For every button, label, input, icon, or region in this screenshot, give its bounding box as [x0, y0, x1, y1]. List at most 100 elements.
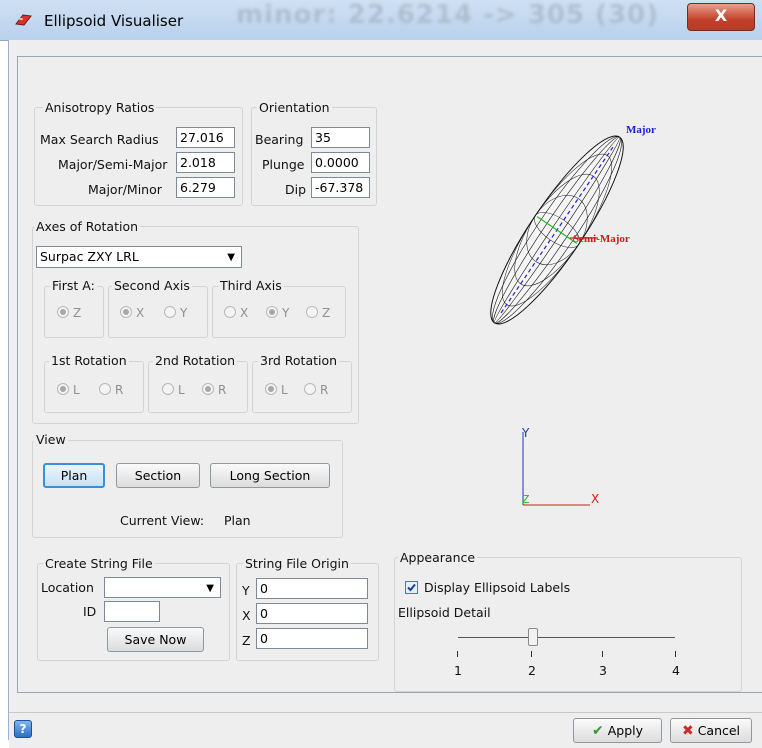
rotation2-title: 2nd Rotation	[153, 353, 238, 368]
id-label: ID	[83, 604, 97, 619]
view-title: View	[34, 432, 68, 447]
save-now-button[interactable]: Save Now	[107, 627, 204, 652]
third-axis-y-label: Y	[282, 306, 290, 320]
location-label: Location	[41, 580, 94, 595]
rotation1-l-label: L	[73, 383, 80, 397]
apply-button[interactable]: ✔ Apply	[573, 718, 662, 743]
chevron-down-icon: ▼	[227, 252, 235, 263]
second-axis-x-label: X	[136, 306, 145, 320]
string-file-title: Create String File	[43, 556, 155, 571]
third-axis-y-radio[interactable]	[266, 306, 278, 318]
rotation1-r-label: R	[115, 383, 124, 397]
ellipsoid-mesh	[490, 135, 624, 325]
cancel-icon: ✖	[681, 723, 694, 739]
axes-title: Axes of Rotation	[34, 219, 141, 234]
dip-field[interactable]: -67.378	[311, 177, 370, 198]
display-labels-label: Display Ellipsoid Labels	[424, 580, 571, 595]
cancel-button[interactable]: ✖ Cancel	[670, 718, 752, 743]
dip-label: Dip	[285, 182, 307, 197]
axis-y-label: Y	[521, 426, 530, 440]
axis-x-label: X	[591, 492, 599, 506]
rotation1-title: 1st Rotation	[49, 353, 129, 368]
help-icon[interactable]: ?	[14, 720, 32, 738]
origin-title: String File Origin	[243, 556, 351, 571]
display-labels-checkbox[interactable]	[405, 581, 418, 594]
third-axis-x-label: X	[240, 306, 249, 320]
rotation2-r-radio[interactable]	[202, 383, 214, 395]
rotation3-l-label: L	[281, 383, 288, 397]
anisotropy-title: Anisotropy Ratios	[43, 100, 157, 115]
detail-tick-label: 3	[599, 663, 607, 678]
check-icon: ✔	[591, 723, 604, 739]
background-text: minor: 22.6214 -> 305 (30)	[236, 0, 660, 30]
title-bar: Ellipsoid Visualiser minor: 22.6214 -> 3…	[0, 0, 762, 41]
major-minor-label: Major/Minor	[88, 182, 162, 197]
third-axis-z-label: Z	[322, 306, 331, 320]
chevron-down-icon: ▼	[206, 583, 214, 594]
origin-y-label: Y	[242, 583, 250, 598]
appearance-title: Appearance	[398, 550, 478, 565]
checkmark-icon	[407, 583, 416, 592]
rotation3-r-radio[interactable]	[304, 383, 316, 395]
major-semi-major-label: Major/Semi-Major	[58, 157, 168, 172]
rotation1-r-radio[interactable]	[99, 383, 111, 395]
section-button[interactable]: Section	[116, 463, 200, 488]
origin-x-label: X	[242, 608, 251, 623]
rotation-convention-select[interactable]: Surpac ZXY LRL ▼	[36, 246, 242, 268]
origin-x-field[interactable]: 0	[256, 603, 368, 624]
second-axis-x-radio[interactable]	[120, 306, 132, 318]
rotation2-r-label: R	[218, 383, 227, 397]
location-select[interactable]: ▼	[104, 577, 221, 598]
first-axis-z-radio[interactable]	[57, 306, 69, 318]
cancel-label: Cancel	[697, 723, 741, 738]
major-axis-label: Major	[626, 124, 656, 136]
rotation-convention-value: Surpac ZXY LRL	[40, 249, 139, 264]
semi-major-axis-label: Semi-Major	[573, 233, 630, 245]
long-section-button[interactable]: Long Section	[210, 463, 330, 488]
second-axis-y-radio[interactable]	[164, 306, 176, 318]
rotation1-l-radio[interactable]	[57, 383, 69, 395]
rotation3-r-label: R	[320, 383, 329, 397]
max-search-radius-label: Max Search Radius	[40, 132, 159, 147]
close-icon: X	[714, 6, 728, 25]
orientation-title: Orientation	[257, 100, 332, 115]
detail-slider-thumb[interactable]	[528, 628, 538, 646]
detail-tick-label: 2	[528, 663, 536, 678]
rotation2-l-radio[interactable]	[162, 383, 174, 395]
first-axis-title: First A:	[50, 278, 97, 293]
detail-tick-label: 4	[672, 663, 680, 678]
close-button[interactable]: X	[687, 3, 755, 31]
current-view-label: Current View:	[120, 513, 205, 528]
third-axis-x-radio[interactable]	[224, 306, 236, 318]
first-axis-z-label: Z	[73, 306, 82, 320]
major-semi-major-field[interactable]: 2.018	[176, 152, 235, 173]
major-minor-field[interactable]: 6.279	[176, 177, 235, 198]
plan-button[interactable]: Plan	[43, 463, 105, 488]
detail-slider-track[interactable]	[458, 637, 675, 638]
ellipsoid-viewport[interactable]: Major Semi-Major Y X Z	[440, 110, 740, 530]
detail-label: Ellipsoid Detail	[398, 605, 491, 620]
detail-tick	[531, 651, 532, 657]
detail-tick	[675, 651, 676, 657]
third-axis-z-radio[interactable]	[306, 306, 318, 318]
axis-z-label: Z	[522, 493, 530, 506]
rotation3-title: 3rd Rotation	[258, 353, 340, 368]
bearing-label: Bearing	[255, 132, 304, 147]
detail-tick-label: 1	[454, 663, 462, 678]
bearing-field[interactable]: 35	[311, 127, 370, 148]
second-axis-y-label: Y	[180, 306, 188, 320]
apply-label: Apply	[607, 723, 644, 738]
window-title: Ellipsoid Visualiser	[44, 12, 184, 30]
rotation2-l-label: L	[178, 383, 185, 397]
plunge-field[interactable]: 0.0000	[311, 152, 370, 173]
rotation3-l-radio[interactable]	[265, 383, 277, 395]
origin-z-label: Z	[242, 633, 251, 648]
origin-y-field[interactable]: 0	[256, 578, 368, 599]
id-field[interactable]	[104, 601, 160, 622]
origin-z-field[interactable]: 0	[256, 628, 368, 649]
current-view-value: Plan	[224, 513, 251, 528]
appearance-group	[394, 557, 742, 692]
app-icon	[15, 13, 32, 26]
max-search-radius-field[interactable]: 27.016	[176, 127, 235, 148]
second-axis-title: Second Axis	[112, 278, 192, 293]
